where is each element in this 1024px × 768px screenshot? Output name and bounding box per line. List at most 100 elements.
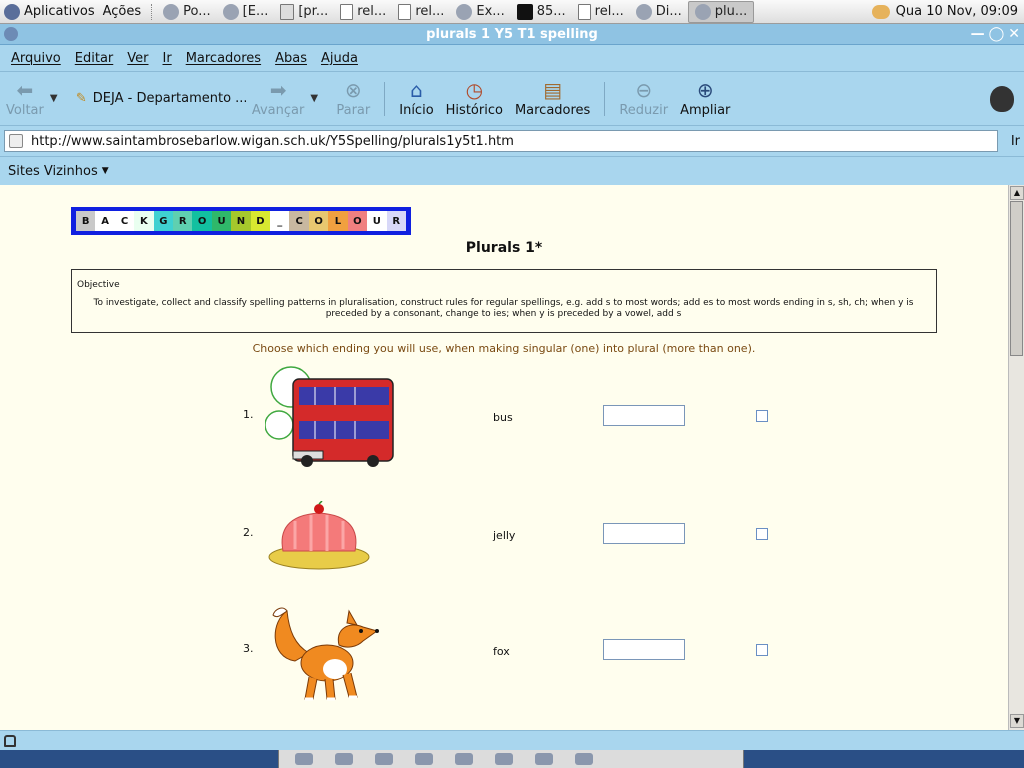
back-history-dropdown[interactable]: ▼ xyxy=(50,93,64,104)
history-button[interactable]: ◷ Histórico xyxy=(440,74,509,124)
taskbar-item[interactable]: [E... xyxy=(217,1,275,23)
window-titlebar[interactable]: plurals 1 Y5 T1 spelling — ◯ ✕ xyxy=(0,24,1024,45)
maximize-icon[interactable]: ◯ xyxy=(989,26,1005,42)
background-colour-option[interactable]: C xyxy=(289,211,309,231)
taskbar-item-label: [E... xyxy=(242,4,269,19)
background-colour-option[interactable]: B xyxy=(76,211,96,231)
home-label: Início xyxy=(399,103,434,118)
history-clock-icon: ◷ xyxy=(465,78,484,102)
launcher-icon[interactable] xyxy=(375,753,393,765)
page-title: Plurals 1* xyxy=(465,240,543,256)
applications-menu[interactable]: Aplicativos xyxy=(0,3,99,20)
go-button[interactable]: Ir xyxy=(998,134,1020,149)
background-colour-option[interactable]: U xyxy=(211,211,232,231)
window-menu-icon[interactable] xyxy=(4,27,18,41)
question-row: 3. fox xyxy=(0,599,1008,709)
answer-checkbox[interactable] xyxy=(756,528,768,540)
bookmark-toolbar-item[interactable]: ✎ DEJA - Departamento ... xyxy=(70,91,246,106)
taskbar-item[interactable]: rel... xyxy=(334,1,392,23)
scroll-down-icon[interactable]: ▼ xyxy=(1010,714,1024,728)
chevron-down-icon: ▼ xyxy=(101,166,109,176)
menu-view[interactable]: Ver xyxy=(120,51,155,66)
bottom-panel-launchers xyxy=(278,750,744,768)
menu-edit[interactable]: Editar xyxy=(68,51,121,66)
zoom-out-button[interactable]: ⊖ Reduzir xyxy=(613,74,674,124)
answer-checkbox[interactable] xyxy=(756,410,768,422)
launcher-icon[interactable] xyxy=(535,753,553,765)
launcher-icon[interactable] xyxy=(335,753,353,765)
taskbar-item[interactable]: Ex... xyxy=(450,1,510,23)
scrollbar-thumb[interactable] xyxy=(1010,201,1023,356)
launcher-icon[interactable] xyxy=(455,753,473,765)
menu-help[interactable]: Ajuda xyxy=(314,51,365,66)
taskbar-item[interactable]: rel... xyxy=(392,1,450,23)
browser-icon xyxy=(456,3,473,20)
document-icon xyxy=(398,3,412,20)
menu-file[interactable]: Arquivo xyxy=(4,51,68,66)
forward-history-dropdown[interactable]: ▼ xyxy=(310,93,324,104)
background-colour-option[interactable]: K xyxy=(134,211,154,231)
question-number: 3. xyxy=(243,642,254,655)
taskbar-item-label: Di... xyxy=(655,4,682,19)
taskbar-item[interactable]: 85... xyxy=(511,1,572,23)
background-colour-option[interactable]: C xyxy=(114,211,135,231)
minimize-icon[interactable]: — xyxy=(971,26,985,42)
browser-icon xyxy=(222,3,239,20)
launcher-icon[interactable] xyxy=(295,753,313,765)
home-icon: ⌂ xyxy=(410,78,423,102)
back-label: Voltar xyxy=(6,103,44,118)
taskbar-item[interactable]: [pr... xyxy=(274,1,334,23)
taskbar-item-active[interactable]: plu... xyxy=(687,0,755,23)
background-colour-option[interactable]: O xyxy=(192,211,212,231)
url-input[interactable]: http://www.saintambrosebarlow.wigan.sch.… xyxy=(4,130,998,152)
background-colour-option[interactable]: N xyxy=(231,211,251,231)
background-colour-option[interactable]: U xyxy=(367,211,387,231)
background-colour-option[interactable]: L xyxy=(328,211,348,231)
home-button[interactable]: ⌂ Início xyxy=(393,74,439,124)
answer-checkbox[interactable] xyxy=(756,644,768,656)
plural-answer-input[interactable] xyxy=(603,523,685,544)
taskbar-item-label: Po... xyxy=(183,4,211,19)
plural-answer-input[interactable] xyxy=(603,405,685,426)
actions-menu[interactable]: Ações xyxy=(99,4,146,19)
zoom-in-button[interactable]: ⊕ Ampliar xyxy=(674,74,736,124)
top-panel: Aplicativos Ações Po... [E... [pr... rel… xyxy=(0,0,1024,24)
menu-tabs[interactable]: Abas xyxy=(268,51,314,66)
clock[interactable]: Qua 10 Nov, 09:09 xyxy=(871,4,1024,19)
taskbar-item[interactable]: Po... xyxy=(157,1,217,23)
menu-go[interactable]: Ir xyxy=(156,51,179,66)
nearby-sites-label: Sites Vizinhos xyxy=(8,163,98,179)
plural-answer-input[interactable] xyxy=(603,639,685,660)
back-button[interactable]: ⬅ Voltar xyxy=(0,74,50,124)
forward-button[interactable]: ➡ Avançar xyxy=(246,74,311,124)
close-icon[interactable]: ✕ xyxy=(1008,26,1020,42)
launcher-icon[interactable] xyxy=(495,753,513,765)
background-colour-option[interactable]: R xyxy=(173,211,193,231)
scroll-up-icon[interactable]: ▲ xyxy=(1010,186,1024,200)
taskbar-item-label: rel... xyxy=(357,4,387,19)
background-colour-option[interactable]: G xyxy=(153,211,174,231)
background-colour-option[interactable]: R xyxy=(386,211,406,231)
taskbar-item[interactable]: rel... xyxy=(572,1,630,23)
nearby-sites-menu[interactable]: Sites Vizinhos ▼ xyxy=(0,156,1024,185)
background-colour-option[interactable]: A xyxy=(95,211,115,231)
security-lock-icon[interactable] xyxy=(4,734,16,747)
menu-bookmarks[interactable]: Marcadores xyxy=(179,51,268,66)
background-colour-option[interactable]: O xyxy=(308,211,329,231)
background-colour-option[interactable]: D xyxy=(250,211,271,231)
bookmarks-button[interactable]: ▤ Marcadores xyxy=(509,74,596,124)
stop-button[interactable]: ⊗ Parar xyxy=(330,74,376,124)
background-colour-option[interactable]: O xyxy=(347,211,368,231)
launcher-icon[interactable] xyxy=(415,753,433,765)
taskbar-item[interactable]: Di... xyxy=(630,1,688,23)
browser-icon xyxy=(635,3,652,20)
stop-label: Parar xyxy=(336,103,371,118)
spreadsheet-icon xyxy=(280,3,295,20)
launcher-icon[interactable] xyxy=(575,753,593,765)
vertical-scrollbar[interactable]: ▲ ▼ xyxy=(1008,185,1024,730)
background-colour-option[interactable]: _ xyxy=(270,211,290,231)
history-label: Histórico xyxy=(445,103,503,118)
panel-separator xyxy=(151,3,155,20)
url-text: http://www.saintambrosebarlow.wigan.sch.… xyxy=(31,133,514,149)
toolbar-separator xyxy=(604,81,606,116)
